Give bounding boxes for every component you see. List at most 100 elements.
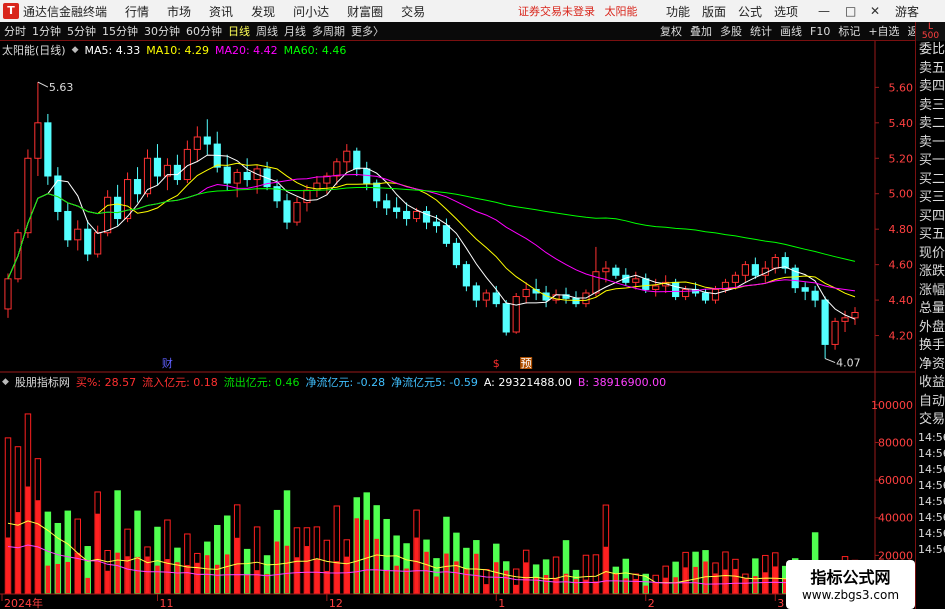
inflow-bar [434, 576, 439, 593]
candle-body [293, 202, 301, 223]
candle-body [632, 278, 640, 283]
indicator-toggle-icon[interactable]: ◆ [72, 45, 79, 55]
quote-field-label: 涨幅 [919, 282, 945, 298]
candle-body [243, 171, 251, 181]
inflow-bar [55, 563, 61, 593]
tool-multi-stock[interactable]: 多股 [720, 23, 742, 39]
inflow-bar [344, 556, 350, 593]
tab-30min[interactable]: 30分钟 [144, 23, 180, 39]
inflow-bar [234, 537, 240, 593]
tool-overlay[interactable]: 叠加 [690, 23, 712, 39]
candle-body [54, 175, 62, 212]
quote-field-label: 买一 [919, 153, 945, 168]
trade-time: 14:56 [918, 510, 945, 524]
candle-body [123, 179, 132, 220]
menu-item-quotes[interactable]: 行情 [125, 3, 149, 20]
inflow-bar [105, 570, 110, 593]
low-pointer [824, 358, 836, 364]
menu-item-options[interactable]: 选项 [774, 3, 798, 20]
candle-body [452, 242, 461, 266]
menu-item-layout[interactable]: 版面 [702, 3, 726, 20]
candle-body [682, 288, 690, 298]
level-badge[interactable]: L 500 [916, 22, 945, 41]
inflow-bar [165, 559, 170, 593]
sub-indicator-toggle-icon[interactable]: ◆ [2, 377, 9, 387]
menu-item-formula[interactable]: 公式 [738, 3, 762, 20]
candle-body [393, 207, 401, 212]
tool-f10[interactable]: F10 [810, 25, 830, 38]
high-pointer [37, 81, 49, 88]
candle-body [343, 150, 351, 163]
kline-svg[interactable]: 5.60 5.40 5.20 5.00 4.80 4.60 4.40 4.20 5.63 4.07… [0, 41, 915, 609]
inflow-bar [374, 538, 379, 593]
tool-adjust[interactable]: 复权 [660, 23, 682, 39]
inflow-bar [85, 577, 90, 593]
inflow-bar [254, 570, 260, 593]
tool-add-watchlist[interactable]: +自选 [868, 23, 899, 39]
inflow-bar [364, 519, 369, 593]
tab-more[interactable]: 更多〉 [351, 23, 384, 39]
candle-body [741, 264, 749, 276]
quote-field-label: 交易 [919, 412, 945, 427]
quote-field-list: 委比 卖五 卖四 卖三 卖二 卖一 买一 买二 买三 买四 买五 现价 涨跌 涨幅 总量 外盘 换手 净资 收益 自动… [916, 41, 945, 430]
tab-1min[interactable]: 1分钟 [32, 23, 61, 39]
tool-statistics[interactable]: 统计 [750, 23, 772, 39]
minimize-icon[interactable]: — [818, 4, 830, 18]
tab-daily[interactable]: 日线 [228, 23, 250, 39]
menu-item-discover[interactable]: 发现 [251, 3, 275, 20]
candle-body [153, 157, 162, 177]
quote-field-label: 委比 [919, 42, 945, 57]
inflow-bar [583, 579, 589, 593]
tab-5min[interactable]: 5分钟 [67, 23, 96, 39]
menu-item-wealth[interactable]: 财富圈 [347, 3, 383, 20]
menu-item-trade[interactable]: 交易 [401, 3, 425, 20]
kline-chart-area[interactable]: 5.60 5.40 5.20 5.00 4.80 4.60 4.40 4.20 5.63 4.07… [0, 41, 915, 609]
tab-multi-period[interactable]: 多周期 [312, 23, 345, 39]
menu-item-ask[interactable]: 问小达 [293, 3, 329, 20]
high-price-label: 5.63 [49, 81, 74, 94]
candle-body [442, 225, 451, 244]
inflow-bar [563, 573, 569, 593]
candle-body [4, 278, 12, 310]
menu-item-news[interactable]: 资讯 [209, 3, 233, 20]
quote-field-label: 总量 [919, 301, 945, 316]
sub-panel-title: 股朋指标网 [14, 376, 70, 389]
inflow-bar [175, 562, 180, 593]
quote-field-label: 卖二 [919, 116, 945, 131]
series-b-value: B: 38916900.00 [577, 375, 667, 389]
inflow-bar [474, 553, 479, 593]
candle-body [711, 288, 720, 301]
guest-user[interactable]: 游客 [895, 3, 919, 20]
inflow-bar [95, 513, 100, 593]
inflow-bar [513, 584, 519, 593]
tool-mark[interactable]: 标记 [838, 23, 860, 39]
event-mark: $ [493, 357, 500, 370]
tab-weekly[interactable]: 周线 [256, 23, 278, 39]
tab-15min[interactable]: 15分钟 [102, 23, 138, 39]
close-icon[interactable]: ✕ [870, 4, 880, 18]
right-menu: 功能 版面 公式 选项 [666, 3, 810, 20]
candle-body [104, 196, 112, 234]
tool-draw-line[interactable]: 画线 [780, 23, 802, 39]
candle-body [353, 150, 361, 170]
inflow-bar [553, 578, 559, 593]
trade-login-notice[interactable]: 证券交易未登录 [518, 5, 595, 18]
tab-intraday[interactable]: 分时 [4, 23, 26, 39]
candle-body [203, 136, 211, 145]
app-logo-icon: T [3, 3, 19, 19]
volume-tick-label: 80000 [878, 436, 913, 449]
inflow-bar [324, 570, 330, 593]
inflow-bar [404, 568, 409, 593]
quote-field-label: 买二 [919, 171, 945, 187]
inflow-bar [573, 579, 579, 593]
time-axis-label: 2 [648, 597, 655, 609]
candle-body [512, 296, 520, 333]
candle-body [592, 271, 600, 294]
ma20-value: MA20: 4.42 [214, 43, 278, 57]
menu-item-function[interactable]: 功能 [666, 3, 690, 20]
trade-time: 14:56 [918, 542, 945, 556]
menu-item-market[interactable]: 市场 [167, 3, 191, 20]
tab-60min[interactable]: 60分钟 [186, 23, 222, 39]
tab-monthly[interactable]: 月线 [284, 23, 306, 39]
maximize-icon[interactable]: □ [845, 4, 856, 18]
